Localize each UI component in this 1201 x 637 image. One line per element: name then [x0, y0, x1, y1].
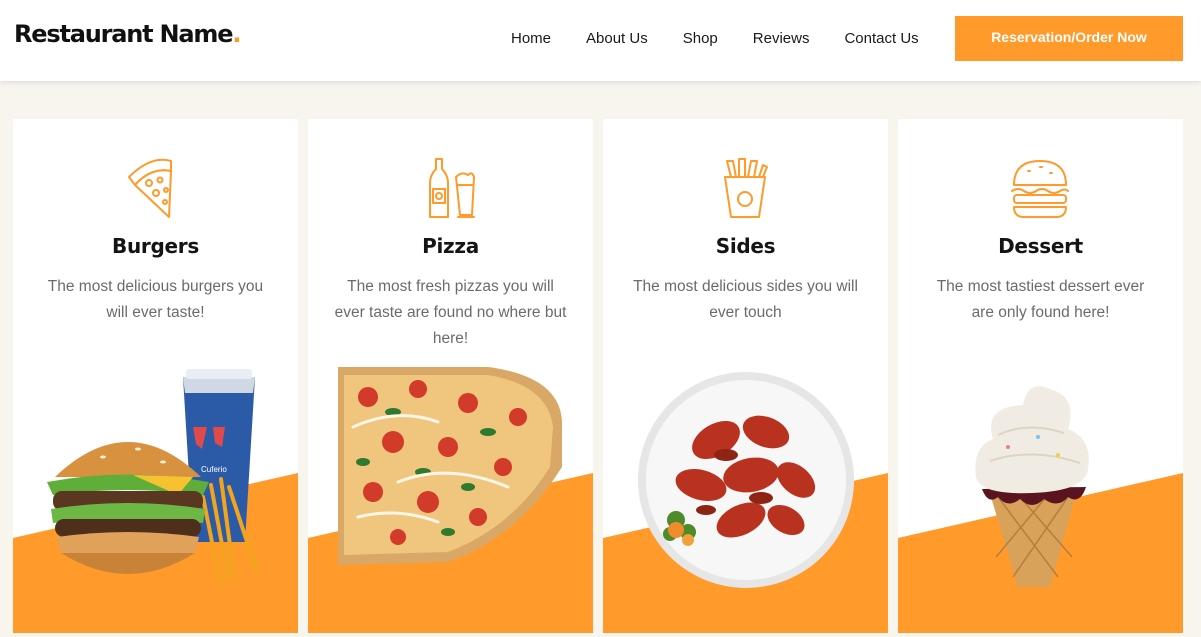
menu-card-pizza[interactable]: Pizza The most fresh pizzas you will eve…	[308, 119, 593, 633]
bottle-and-beer-icon	[420, 157, 480, 219]
burger-icon	[1010, 157, 1070, 219]
card-description: The most tastiest dessert ever are only …	[936, 278, 1145, 321]
nav-about-us[interactable]: About Us	[586, 30, 648, 47]
nav-shop[interactable]: Shop	[683, 30, 718, 47]
site-header: Restaurant Name. Home About Us Shop Revi…	[0, 0, 1201, 81]
svg-text:Cuferio: Cuferio	[201, 465, 227, 474]
reservation-order-button[interactable]: Reservation/Order Now	[955, 16, 1183, 61]
card-title: Sides	[715, 234, 776, 258]
chicken-wings-plate-photo	[638, 372, 854, 588]
nav-contact-us[interactable]: Contact Us	[844, 30, 918, 47]
card-title: Burgers	[112, 234, 199, 258]
menu-card-sides[interactable]: Sides The most delicious sides you will …	[603, 119, 888, 633]
fries-icon	[715, 157, 775, 219]
card-description: The most fresh pizzas you will ever tast…	[334, 278, 567, 347]
pizza-photo	[338, 367, 563, 565]
main-nav: Home About Us Shop Reviews Contact Us	[511, 30, 954, 47]
nav-home[interactable]: Home	[511, 30, 551, 47]
menu-card-burgers[interactable]: Burgers The most delicious burgers you w…	[13, 119, 298, 633]
card-title: Pizza	[422, 234, 479, 258]
burger-meal-photo: Cuferio	[47, 369, 259, 589]
nav-reviews[interactable]: Reviews	[753, 30, 810, 47]
ice-cream-cone-photo	[975, 386, 1089, 587]
card-title: Dessert	[998, 234, 1083, 258]
menu-card-dessert[interactable]: Dessert The most tastiest dessert ever a…	[898, 119, 1183, 633]
card-description: The most delicious burgers you will ever…	[47, 278, 264, 321]
brand-logo[interactable]: Restaurant Name.	[14, 20, 241, 48]
pizza-slice-icon	[125, 157, 185, 219]
card-description: The most delicious sides you will ever t…	[633, 278, 858, 321]
